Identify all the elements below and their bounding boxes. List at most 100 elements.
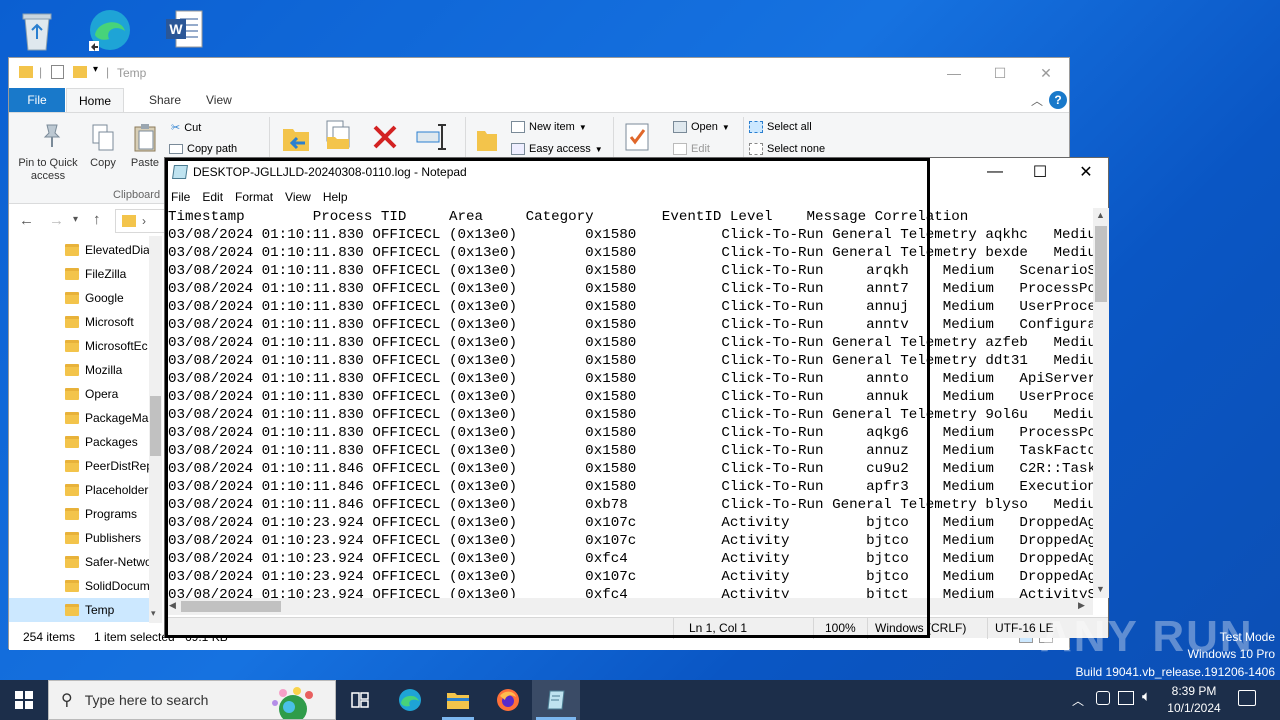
pin-to-quick-access-button[interactable]: Pin to Quick access	[15, 119, 81, 185]
new-item-button[interactable]: New item ▼	[511, 121, 587, 133]
copy-path-button[interactable]: Copy path	[169, 143, 237, 155]
nav-item-folder[interactable]: MicrosoftEc	[65, 334, 161, 358]
folder-icon	[65, 508, 79, 520]
tab-share[interactable]: Share	[137, 88, 193, 112]
nav-item-folder[interactable]: SolidDocum	[65, 574, 161, 598]
nav-item-folder[interactable]: Opera	[65, 382, 161, 406]
taskbar-search-box[interactable]: ⚲ Type here to search	[48, 680, 336, 720]
nav-item-folder[interactable]: Mozilla	[65, 358, 161, 382]
menu-view[interactable]: View	[279, 190, 317, 204]
up-arrow-icon[interactable]: ↑	[93, 211, 101, 228]
scroll-left-icon[interactable]: ◀	[169, 600, 176, 611]
nav-item-folder[interactable]: PeerDistRep	[65, 454, 161, 478]
paste-button[interactable]: Paste	[125, 119, 165, 185]
recent-locations-icon[interactable]: ▾	[73, 214, 78, 225]
paste-icon	[134, 124, 156, 152]
menu-edit[interactable]: Edit	[196, 190, 229, 204]
folder-icon	[65, 316, 79, 328]
taskbar-notepad-button[interactable]	[532, 680, 580, 720]
notepad-icon	[172, 165, 188, 179]
horizontal-scrollbar[interactable]: ◀ ▶	[165, 598, 1093, 615]
notifications-icon[interactable]	[1238, 690, 1256, 706]
tab-home[interactable]: Home	[66, 88, 125, 112]
taskbar-firefox-button[interactable]	[484, 680, 532, 720]
scroll-right-icon[interactable]: ▶	[1078, 600, 1085, 611]
edit-button[interactable]: Edit	[673, 143, 710, 155]
minimize-button[interactable]: —	[972, 158, 1018, 186]
network-status-icon[interactable]	[1096, 691, 1110, 705]
delete-button[interactable]	[371, 123, 401, 155]
folder-icon	[65, 556, 79, 568]
tab-view[interactable]: View	[194, 88, 244, 112]
taskbar: ⚲ Type here to search ︿ 🔈︎ 8:39 PM 10/1/…	[0, 680, 1280, 720]
move-to-button[interactable]	[281, 123, 315, 159]
nav-item-label: Microsoft	[85, 315, 134, 329]
help-icon[interactable]: ?	[1049, 91, 1067, 109]
notepad-titlebar[interactable]: DESKTOP-JGLLJLD-20240308-0110.log - Note…	[165, 158, 1108, 186]
menu-file[interactable]: File	[165, 190, 196, 204]
nav-scrollbar[interactable]: ▾	[149, 236, 162, 623]
scroll-down-icon[interactable]: ▼	[1096, 584, 1105, 594]
log-line: 03/08/2024 01:10:11.830 OFFICECL (0x13e0…	[168, 317, 1093, 333]
open-button[interactable]: Open ▼	[673, 121, 730, 133]
select-none-button[interactable]: Select none	[749, 143, 825, 155]
forward-arrow-icon[interactable]: →	[49, 212, 64, 229]
vertical-scroll-thumb[interactable]	[1095, 226, 1107, 302]
nav-item-folder[interactable]: Programs	[65, 502, 161, 526]
system-clock[interactable]: 8:39 PM 10/1/2024	[1158, 683, 1230, 717]
nav-item-folder[interactable]: Packages	[65, 430, 161, 454]
maximize-button[interactable]: ☐	[1017, 158, 1063, 186]
menu-format[interactable]: Format	[229, 190, 279, 204]
notepad-window[interactable]: DESKTOP-JGLLJLD-20240308-0110.log - Note…	[164, 157, 1109, 639]
customize-toolbar-icon[interactable]: ▾	[93, 64, 98, 75]
nav-item-folder[interactable]: Placeholder	[65, 478, 161, 502]
vertical-scrollbar[interactable]: ▲ ▼	[1093, 208, 1109, 598]
svg-text:W: W	[169, 21, 183, 37]
explorer-titlebar[interactable]: | ▾ | Temp — ☐ ✕	[9, 58, 1069, 88]
nav-scroll-thumb[interactable]	[150, 396, 161, 456]
tab-file[interactable]: File	[9, 88, 65, 112]
nav-item-folder[interactable]: ElevatedDia	[65, 238, 161, 262]
show-hidden-icons-icon[interactable]: ︿	[1072, 692, 1084, 709]
easy-access-button[interactable]: Easy access ▼	[511, 143, 603, 155]
menu-help[interactable]: Help	[317, 190, 354, 204]
nav-item-folder[interactable]: Safer-Netwo	[65, 550, 161, 574]
horizontal-scroll-thumb[interactable]	[181, 601, 281, 612]
cut-button[interactable]: ✂ Cut	[171, 121, 201, 135]
rename-button[interactable]	[415, 123, 449, 155]
edge-icon[interactable]	[86, 6, 134, 54]
back-arrow-icon[interactable]: ←	[19, 212, 34, 229]
volume-icon[interactable]: 🔈︎	[1142, 688, 1151, 705]
nav-item-folder[interactable]: Google	[65, 286, 161, 310]
nav-item-folder[interactable]: PackageMa	[65, 406, 161, 430]
text-editor-area[interactable]: Timestamp Process TID Area Category Even…	[168, 208, 1093, 598]
taskbar-file-explorer-button[interactable]	[434, 680, 482, 720]
chevron-down-icon: ▼	[578, 122, 587, 132]
nav-item-label: Programs	[85, 507, 138, 521]
copy-button[interactable]: Copy	[85, 119, 121, 185]
task-view-button[interactable]	[336, 680, 384, 720]
scroll-up-icon[interactable]: ▲	[1096, 210, 1105, 220]
start-button[interactable]	[0, 680, 48, 720]
new-folder-icon[interactable]	[73, 66, 87, 78]
copy-to-button[interactable]	[323, 119, 357, 155]
scroll-down-icon[interactable]: ▾	[151, 608, 156, 619]
recycle-bin-icon[interactable]	[13, 6, 61, 54]
nav-item-folder[interactable]: Publishers	[65, 526, 161, 550]
chevron-down-icon: ▼	[721, 122, 730, 132]
nav-item-folder[interactable]: Temp	[9, 598, 149, 622]
maximize-button[interactable]: ☐	[977, 58, 1023, 88]
select-all-button[interactable]: Select all	[749, 121, 812, 133]
nav-item-folder[interactable]: Microsoft	[65, 310, 161, 334]
nav-item-folder[interactable]: FileZilla	[65, 262, 161, 286]
collapse-ribbon-icon[interactable]: ︿	[1031, 92, 1043, 109]
word-document-icon[interactable]: W	[160, 6, 208, 54]
close-button[interactable]: ✕	[1023, 58, 1069, 88]
properties-icon[interactable]	[51, 65, 64, 79]
minimize-button[interactable]: —	[931, 58, 977, 88]
properties-button[interactable]	[623, 121, 653, 157]
ethernet-icon[interactable]	[1118, 691, 1134, 705]
new-folder-button[interactable]	[475, 125, 501, 157]
taskbar-edge-button[interactable]	[386, 680, 434, 720]
close-button[interactable]: ✕	[1063, 158, 1109, 186]
